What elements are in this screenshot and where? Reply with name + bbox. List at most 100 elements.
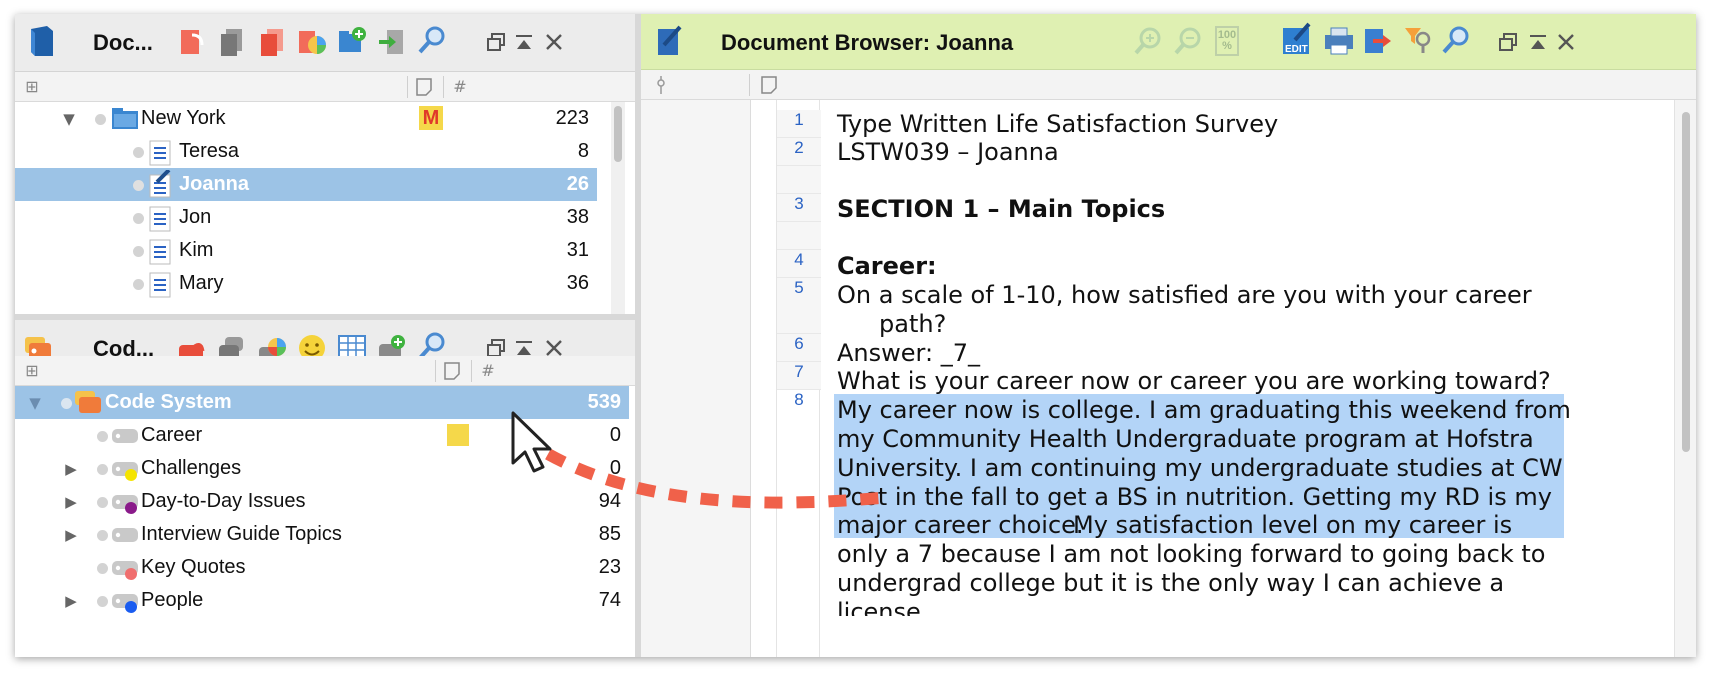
document-text-area[interactable]: 1 2 3 4 5 6 7 8 Type Written Life Satisf… xyxy=(641,100,1696,657)
code-system-icon xyxy=(73,389,101,413)
document-system-toolbar: Doc... xyxy=(15,14,635,72)
paragraph-6-text[interactable]: Answer: _7_ xyxy=(837,339,980,367)
activate-all-icon[interactable] xyxy=(177,27,207,57)
selected-text-line[interactable]: major career choice. xyxy=(837,511,1084,539)
document-row-teresa[interactable]: Teresa 8 xyxy=(15,135,597,168)
code-label: Career xyxy=(141,424,203,446)
collapse-triangle-icon[interactable]: ▼ xyxy=(61,111,77,127)
activation-dot[interactable] xyxy=(97,530,108,541)
document-label: Teresa xyxy=(179,140,240,162)
zoom-in-icon[interactable] xyxy=(1133,26,1163,56)
selected-text-line[interactable]: Post in the fall to get a BS in nutritio… xyxy=(837,483,1552,511)
paragraph-8-text[interactable]: undergrad college but it is the only way… xyxy=(837,569,1504,597)
paragraph-number: 6 xyxy=(777,334,821,362)
selected-text-line[interactable]: my Community Health Undergraduate progra… xyxy=(837,425,1534,453)
memo-column-icon[interactable] xyxy=(443,362,461,380)
scrollbar-thumb[interactable] xyxy=(1682,112,1690,452)
search-icon[interactable] xyxy=(417,25,447,55)
activation-dot[interactable] xyxy=(97,563,108,574)
activation-dot[interactable] xyxy=(95,114,106,125)
memo-badge-icon[interactable]: M xyxy=(419,106,443,130)
column-separator xyxy=(407,76,408,98)
document-group-row[interactable]: ▼ New York M 223 xyxy=(15,102,597,135)
document-row-kim[interactable]: Kim 31 xyxy=(15,234,597,267)
count-column-header[interactable]: # xyxy=(479,362,497,380)
paragraph-number-column: 1 2 3 4 5 6 7 8 xyxy=(776,100,821,657)
code-row-interview-guide-topics[interactable]: ▶ Interview Guide Topics 85 xyxy=(15,518,629,551)
close-pane-icon[interactable] xyxy=(541,29,567,55)
activation-dot[interactable] xyxy=(133,213,144,224)
code-system-root-row[interactable]: ▼ Code System 539 xyxy=(15,386,629,419)
search-icon[interactable] xyxy=(1441,25,1471,55)
maximize-pane-icon[interactable] xyxy=(511,29,537,55)
document-tree-scrollbar[interactable] xyxy=(611,102,625,314)
expand-triangle-icon[interactable]: ▶ xyxy=(63,527,79,543)
document-row-jon[interactable]: Jon 38 xyxy=(15,201,597,234)
code-row-challenges[interactable]: ▶ Challenges 0 xyxy=(15,452,629,485)
document-color-icon[interactable] xyxy=(297,27,327,57)
maximize-pane-icon[interactable] xyxy=(1525,29,1551,55)
selected-text-line[interactable]: My career now is college. I am graduatin… xyxy=(837,396,1571,424)
collapse-triangle-icon[interactable]: ▼ xyxy=(27,395,43,411)
activate-documents-icon[interactable] xyxy=(257,27,287,57)
paragraph-8-text[interactable]: My satisfaction level on my career is xyxy=(1073,511,1512,539)
expand-triangle-icon[interactable]: ▶ xyxy=(63,593,79,609)
paragraph-5-text[interactable]: On a scale of 1-10, how satisfied are yo… xyxy=(837,281,1532,309)
activation-dot[interactable] xyxy=(97,596,108,607)
activation-dot[interactable] xyxy=(133,279,144,290)
export-icon[interactable] xyxy=(1363,26,1393,56)
undock-window-icon[interactable] xyxy=(483,29,509,55)
activation-dot[interactable] xyxy=(133,246,144,257)
document-system-icon xyxy=(27,26,57,56)
maxqda-window: Doc... ⊞ # ▼ New York M 223 Teresa 8 Joa… xyxy=(15,14,1696,657)
expand-triangle-icon[interactable]: ▶ xyxy=(63,461,79,477)
activation-dot[interactable] xyxy=(97,497,108,508)
selected-text-line[interactable]: University. I am continuing my undergrad… xyxy=(837,454,1563,482)
coded-segments-count: 223 xyxy=(555,107,589,129)
code-stripe-margin[interactable] xyxy=(641,100,751,657)
paragraph-4-text[interactable]: Career: xyxy=(837,252,937,280)
activation-dot[interactable] xyxy=(97,464,108,475)
scrollbar-thumb[interactable] xyxy=(614,106,622,162)
new-document-group-icon[interactable] xyxy=(337,25,367,55)
code-row-key-quotes[interactable]: Key Quotes 23 xyxy=(15,551,629,584)
activation-dot[interactable] xyxy=(133,180,144,191)
document-row-joanna[interactable]: Joanna 26 xyxy=(15,168,597,201)
import-documents-icon[interactable] xyxy=(377,27,407,57)
document-row-mary[interactable]: Mary 36 xyxy=(15,267,597,300)
code-row-people[interactable]: ▶ People 74 xyxy=(15,584,629,617)
deactivate-all-icon[interactable] xyxy=(217,27,247,57)
paragraph-7-text[interactable]: What is your career now or career you ar… xyxy=(837,367,1551,395)
paragraph-8-text[interactable]: license. xyxy=(837,598,928,616)
paragraph-number: 8 xyxy=(794,390,804,409)
print-icon[interactable] xyxy=(1323,26,1353,56)
undock-window-icon[interactable] xyxy=(1495,29,1521,55)
paragraph-3-text[interactable]: SECTION 1 – Main Topics xyxy=(837,195,1165,223)
activation-dot[interactable] xyxy=(133,147,144,158)
document-system-column-header: ⊞ # xyxy=(15,72,635,102)
coded-segments-count: 0 xyxy=(609,457,621,479)
memo-column-icon[interactable] xyxy=(761,76,777,99)
zoom-100-icon[interactable]: 100 % xyxy=(1215,26,1239,56)
paragraph-2-text[interactable]: LSTW039 – Joanna xyxy=(837,138,1059,166)
activation-dot[interactable] xyxy=(97,431,108,442)
expand-triangle-icon[interactable]: ▶ xyxy=(63,494,79,510)
document-scrollbar[interactable] xyxy=(1674,100,1696,657)
memo-column-icon[interactable] xyxy=(415,78,433,96)
document-browser-pane: Document Browser: Joanna 100 % EDIT 1 2 … xyxy=(641,14,1696,657)
tree-column-icon[interactable]: ⊞ xyxy=(23,78,41,96)
filter-search-icon[interactable] xyxy=(1403,25,1433,55)
count-column-header[interactable]: # xyxy=(451,78,469,96)
zoom-out-icon[interactable] xyxy=(1173,26,1203,56)
paragraph-8-text[interactable]: only a 7 because I am not looking forwar… xyxy=(837,540,1545,568)
code-memo-icon[interactable] xyxy=(447,424,469,446)
paragraph-5-continuation[interactable]: path? xyxy=(879,310,946,338)
close-pane-icon[interactable] xyxy=(1553,29,1579,55)
code-row-career[interactable]: Career 0 xyxy=(15,419,629,452)
activation-dot[interactable] xyxy=(61,398,72,409)
edit-mode-icon[interactable]: EDIT xyxy=(1281,22,1311,55)
tree-column-icon[interactable]: ⊞ xyxy=(23,362,41,380)
code-stripe-column-icon[interactable] xyxy=(655,76,667,99)
code-row-day-to-day-issues[interactable]: ▶ Day-to-Day Issues 94 xyxy=(15,485,629,518)
paragraph-1-text[interactable]: Type Written Life Satisfaction Survey xyxy=(837,110,1278,138)
